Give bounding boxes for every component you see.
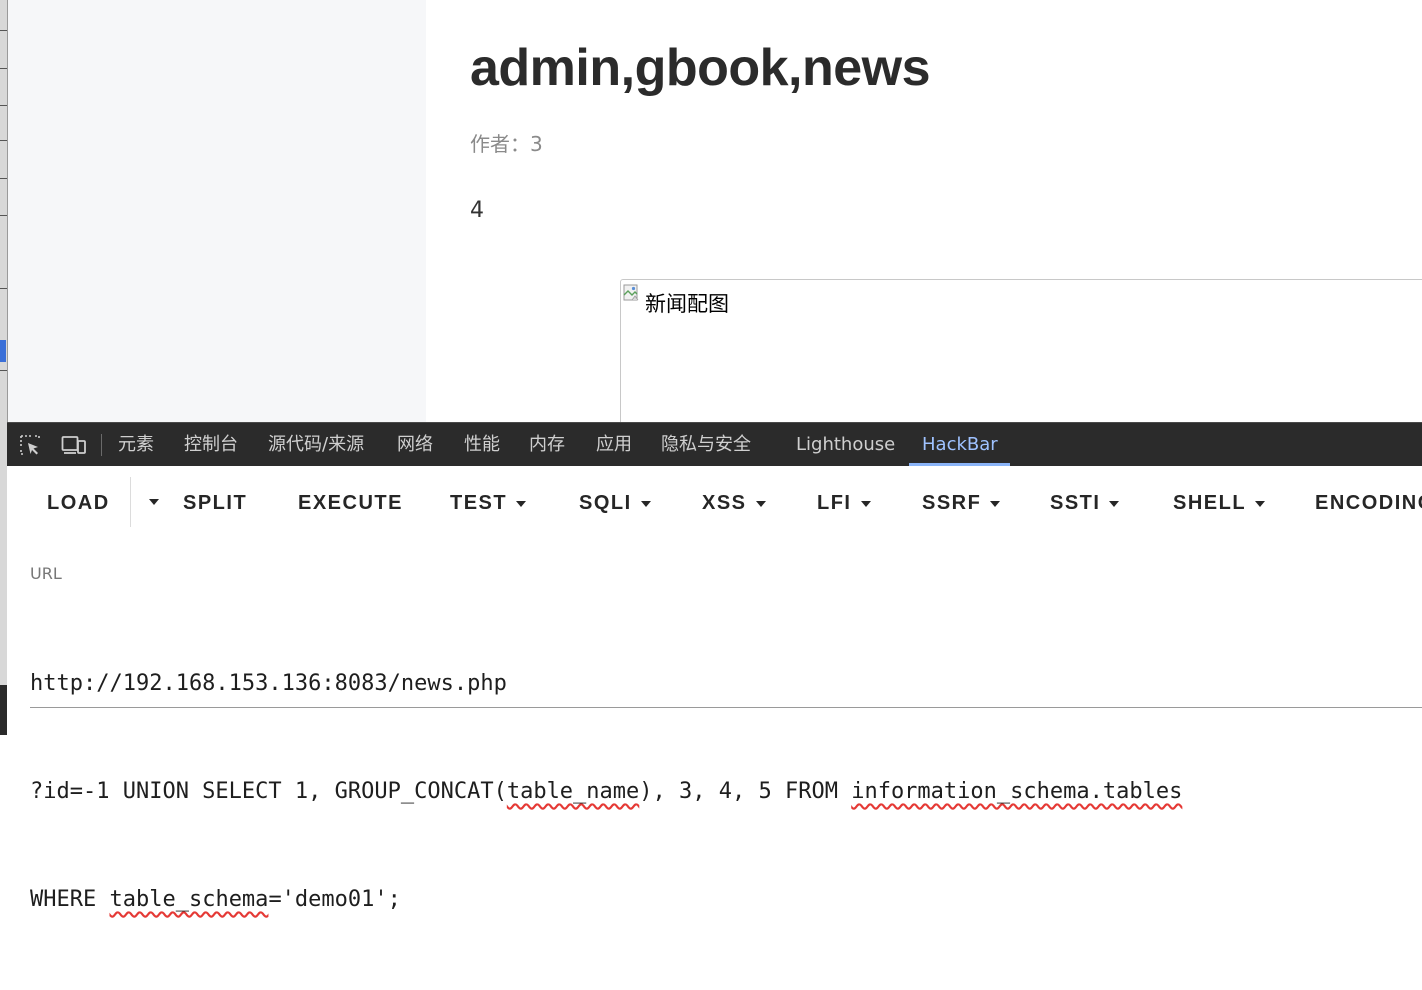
sqli-menu-label: SQLI: [579, 492, 632, 514]
url-line-2: ?id=-1 UNION SELECT 1, GROUP_CONCAT(tabl…: [30, 779, 1183, 804]
lfi-menu[interactable]: LFI: [817, 489, 871, 517]
page-sidebar: [8, 0, 426, 422]
page-content: admin,gbook,news 作者：3 4 新闻配图: [426, 0, 1422, 431]
ssrf-menu-label: SSRF: [922, 492, 982, 514]
xss-menu-label: XSS: [702, 492, 747, 514]
inspect-element-icon[interactable]: [19, 434, 41, 456]
tab-privacy-security[interactable]: 隐私与安全: [661, 423, 751, 466]
shell-menu-label: SHELL: [1173, 492, 1247, 514]
news-body: 4: [470, 198, 484, 223]
url-field-underline: [30, 707, 1422, 708]
news-author: 作者：3: [470, 132, 543, 156]
tab-network[interactable]: 网络: [397, 423, 433, 466]
load-dropdown-icon[interactable]: [149, 499, 159, 505]
device-toolbar-icon[interactable]: [61, 434, 87, 456]
image-alt-text: 新闻配图: [645, 292, 729, 316]
devtools-panel: 元素 控制台 源代码/来源 网络 性能 内存 应用 隐私与安全 Lighthou…: [7, 422, 1422, 912]
load-button[interactable]: LOAD: [47, 489, 110, 517]
encoding-menu[interactable]: ENCODING: [1315, 489, 1422, 517]
tab-lighthouse[interactable]: Lighthouse: [796, 423, 895, 466]
chevron-down-icon: [1255, 500, 1266, 507]
chevron-down-icon: [516, 500, 527, 507]
broken-image-icon: [623, 284, 639, 301]
chevron-down-icon: [1109, 500, 1120, 507]
load-separator: [130, 477, 131, 527]
tab-memory[interactable]: 内存: [529, 423, 565, 466]
sqli-menu[interactable]: SQLI: [579, 489, 651, 517]
tab-sources[interactable]: 源代码/来源: [268, 423, 364, 466]
shell-menu[interactable]: SHELL: [1173, 489, 1266, 517]
tab-console[interactable]: 控制台: [184, 423, 238, 466]
chevron-down-icon: [755, 500, 766, 507]
ssrf-menu[interactable]: SSRF: [922, 489, 1001, 517]
ssti-menu-label: SSTI: [1050, 492, 1101, 514]
url-label: URL: [30, 564, 62, 583]
lfi-menu-label: LFI: [817, 492, 852, 514]
hackbar-toolbar: LOAD SPLIT EXECUTE TEST SQLI XSS LFI SSR…: [7, 465, 1422, 539]
tabbar-separator: [101, 434, 102, 456]
chevron-down-icon: [640, 500, 651, 507]
execute-button[interactable]: EXECUTE: [298, 489, 403, 517]
news-title: admin,gbook,news: [470, 39, 931, 97]
news-image-broken: 新闻配图: [620, 279, 1422, 431]
split-button[interactable]: SPLIT: [183, 489, 247, 517]
devtools-tabbar: 元素 控制台 源代码/来源 网络 性能 内存 应用 隐私与安全 Lighthou…: [7, 422, 1422, 466]
tab-hackbar[interactable]: HackBar: [922, 423, 998, 466]
tab-performance[interactable]: 性能: [464, 423, 500, 466]
url-textarea[interactable]: http://192.168.153.136:8083/news.php ?id…: [30, 594, 1410, 990]
url-line-1: http://192.168.153.136:8083/news.php: [30, 671, 507, 696]
chevron-down-icon: [860, 500, 871, 507]
url-line-3: WHERE table_schema='demo01';: [30, 887, 401, 912]
ssti-menu[interactable]: SSTI: [1050, 489, 1120, 517]
test-menu[interactable]: TEST: [450, 489, 527, 517]
tab-elements[interactable]: 元素: [118, 423, 154, 466]
xss-menu[interactable]: XSS: [702, 489, 766, 517]
chevron-down-icon: [990, 500, 1001, 507]
tab-application[interactable]: 应用: [596, 423, 632, 466]
test-menu-label: TEST: [450, 492, 508, 514]
